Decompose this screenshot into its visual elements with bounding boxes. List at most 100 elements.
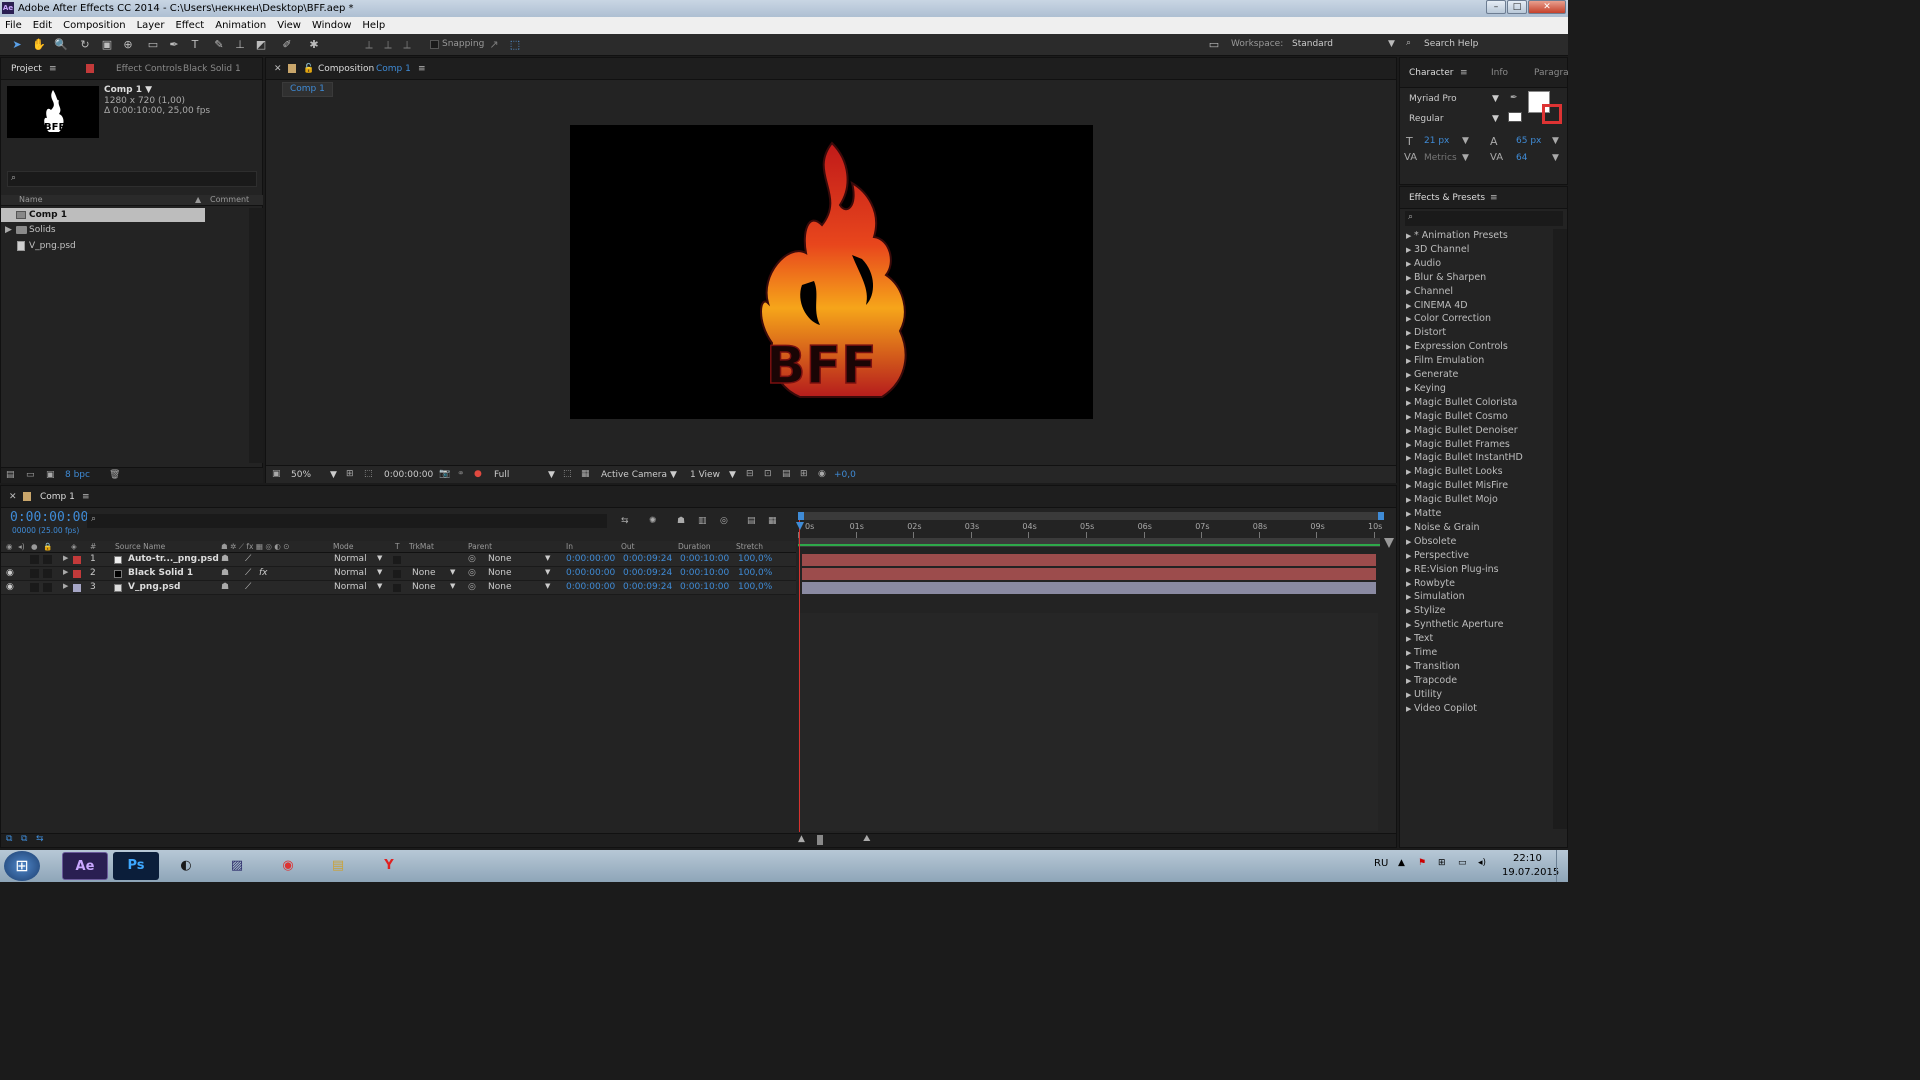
effect-category[interactable]: ▶ * Animation Presets bbox=[1400, 229, 1508, 243]
pen-tool-icon[interactable]: ✒ bbox=[167, 38, 181, 52]
action-center-icon[interactable]: ⚑ bbox=[1418, 858, 1426, 868]
tracking-dropdown-icon[interactable]: ▼ bbox=[1552, 153, 1559, 163]
interpret-footage-icon[interactable]: ▤ bbox=[6, 470, 15, 480]
layer-in-time[interactable]: 0:00:00:00 bbox=[566, 554, 615, 564]
shy-switch-icon[interactable]: ☗ bbox=[221, 582, 229, 592]
col-parent[interactable]: Parent bbox=[468, 542, 492, 551]
effect-category[interactable]: ▶ Blur & Sharpen bbox=[1400, 271, 1486, 285]
leading-dropdown-icon[interactable]: ▼ bbox=[1552, 136, 1559, 146]
menu-window[interactable]: Window bbox=[312, 17, 351, 34]
close-tab-icon[interactable]: ✕ bbox=[9, 486, 17, 508]
effect-category[interactable]: ▶ Transition bbox=[1400, 660, 1460, 674]
project-item-solids[interactable]: ▶ Solids bbox=[1, 223, 205, 237]
workspace-dropdown-icon[interactable]: ▼ bbox=[1388, 39, 1395, 49]
layer-name[interactable]: V_png.psd bbox=[128, 582, 180, 592]
frame-blending-icon[interactable]: ▥ bbox=[698, 516, 707, 526]
safe-zones-icon[interactable]: ⊞ bbox=[346, 469, 354, 479]
label-color-swatch[interactable] bbox=[73, 584, 81, 592]
axis-local-icon[interactable]: ⟂ bbox=[362, 38, 376, 52]
size-dropdown-icon[interactable]: ▼ bbox=[1462, 136, 1469, 146]
brush-tool-icon[interactable]: ✎ bbox=[212, 38, 226, 52]
project-item-vpng[interactable]: V_png.psd bbox=[1, 239, 205, 253]
expand-arrow-icon[interactable]: ▶ bbox=[5, 223, 12, 237]
preserve-transparency-box[interactable] bbox=[393, 570, 401, 578]
always-preview-icon[interactable]: ▣ bbox=[272, 469, 281, 479]
expand-arrow-icon[interactable]: ▶ bbox=[1406, 674, 1414, 688]
snap-edges-icon[interactable]: ↗ bbox=[487, 38, 501, 52]
black-white-swatch-icon[interactable] bbox=[1508, 112, 1522, 122]
timeline-empty-area[interactable] bbox=[798, 613, 1378, 831]
trkmat-dropdown-icon[interactable]: ▼ bbox=[450, 568, 455, 576]
expand-arrow-icon[interactable]: ▶ bbox=[63, 582, 68, 590]
preserve-transparency-box[interactable] bbox=[393, 584, 401, 592]
zoom-slider-handle[interactable] bbox=[817, 835, 823, 845]
pick-whip-icon[interactable]: ◎ bbox=[468, 568, 476, 578]
flowchart-icon[interactable]: ⊞ bbox=[800, 469, 808, 479]
trkmat-select[interactable]: None bbox=[412, 568, 435, 578]
col-in[interactable]: In bbox=[566, 542, 573, 551]
stroke-color-swatch[interactable] bbox=[1542, 104, 1562, 124]
toggle-pixel-aspect-icon[interactable]: ⊟ bbox=[746, 469, 754, 479]
close-tab-icon[interactable]: ✕ bbox=[274, 58, 282, 80]
work-area-bar[interactable] bbox=[798, 538, 1380, 547]
layer-row[interactable]: ◉ ▶ 3 V_png.psd ☗ ⟋ Normal ▼ None ▼ ◎ None ▼ 0:00:00:… bbox=[1, 581, 796, 595]
mode-dropdown-icon[interactable]: ▼ bbox=[377, 568, 382, 576]
expand-arrow-icon[interactable]: ▶ bbox=[1406, 521, 1414, 535]
expand-arrow-icon[interactable]: ▶ bbox=[1406, 424, 1414, 438]
effect-category[interactable]: ▶ CINEMA 4D bbox=[1400, 299, 1468, 313]
col-layer-number[interactable]: # bbox=[90, 542, 96, 551]
trash-icon[interactable]: 🗑 bbox=[109, 470, 120, 480]
magnification-dropdown-icon[interactable]: ▼ bbox=[330, 470, 337, 480]
layer-duration-bar[interactable] bbox=[802, 582, 1376, 594]
effect-switch-icon[interactable]: fx bbox=[259, 568, 268, 578]
new-composition-icon[interactable]: ▣ bbox=[46, 470, 55, 480]
zoom-in-icon[interactable]: ⛰ bbox=[863, 834, 871, 844]
expand-arrow-icon[interactable]: ▶ bbox=[1406, 451, 1414, 465]
expand-arrow-icon[interactable]: ▶ bbox=[1406, 410, 1414, 424]
timeline-current-time[interactable]: 0:00:00:00 bbox=[10, 510, 88, 525]
col-duration[interactable]: Duration bbox=[678, 542, 711, 551]
col-source-name[interactable]: Source Name bbox=[115, 542, 165, 551]
expand-arrow-icon[interactable]: ▶ bbox=[1406, 493, 1414, 507]
effect-category[interactable]: ▶ Audio bbox=[1400, 257, 1441, 271]
layer-row[interactable]: ▶ 1 Auto-tr..._png.psd ☗ ⟋ Normal ▼ ◎ None ▼ 0:00:… bbox=[1, 553, 796, 567]
effect-category[interactable]: ▶ Video Copilot bbox=[1400, 702, 1477, 716]
label-color-swatch[interactable] bbox=[73, 570, 81, 578]
roto-brush-tool-icon[interactable]: ✐ bbox=[280, 38, 294, 52]
comp-viewer-canvas[interactable]: BFF bbox=[570, 125, 1093, 419]
effect-category[interactable]: ▶ Magic Bullet Mojo bbox=[1400, 493, 1498, 507]
layer-duration-bar[interactable] bbox=[802, 554, 1376, 566]
font-size-field[interactable]: 21 px bbox=[1424, 136, 1449, 146]
col-name[interactable]: Name bbox=[19, 195, 43, 204]
solo-box[interactable] bbox=[30, 583, 39, 592]
exposure-field[interactable]: +0,0 bbox=[834, 470, 856, 480]
camera-view-select[interactable]: Active Camera bbox=[601, 470, 667, 480]
col-comment[interactable]: Comment bbox=[210, 195, 249, 204]
live-update-icon[interactable]: ▦ bbox=[768, 516, 777, 526]
tray-expand-icon[interactable]: ▲ bbox=[1398, 858, 1405, 868]
magnification-select[interactable]: 50% bbox=[291, 470, 311, 480]
volume-icon[interactable]: ◂) bbox=[1478, 858, 1486, 868]
tab-project[interactable]: Project bbox=[11, 58, 42, 80]
menu-effect[interactable]: Effect bbox=[175, 17, 204, 34]
parent-dropdown-icon[interactable]: ▼ bbox=[545, 554, 550, 562]
quality-switch-icon[interactable]: ⟋ bbox=[245, 582, 251, 592]
shy-switch-icon[interactable]: ☗ bbox=[221, 568, 229, 578]
pan-behind-tool-icon[interactable]: ⊕ bbox=[121, 38, 135, 52]
resolution-dropdown-icon[interactable]: ▼ bbox=[548, 470, 555, 480]
fast-previews-icon[interactable]: ⊡ bbox=[764, 469, 772, 479]
type-tool-icon[interactable]: T bbox=[188, 38, 202, 52]
puppet-pin-tool-icon[interactable]: ✱ bbox=[307, 38, 321, 52]
expand-arrow-icon[interactable]: ▶ bbox=[1406, 507, 1414, 521]
layer-duration[interactable]: 0:00:10:00 bbox=[680, 568, 729, 578]
font-family-select[interactable]: Myriad Pro bbox=[1409, 94, 1457, 104]
effect-category[interactable]: ▶ Generate bbox=[1400, 368, 1458, 382]
font-style-select[interactable]: Regular bbox=[1409, 114, 1444, 124]
show-snapshot-icon[interactable]: ⚭ bbox=[457, 469, 465, 479]
comp-mini-flowchart-icon[interactable]: ⇆ bbox=[621, 516, 629, 526]
reset-exposure-icon[interactable]: ◉ bbox=[818, 469, 826, 479]
expand-arrow-icon[interactable]: ▶ bbox=[1406, 590, 1414, 604]
label-color-swatch[interactable] bbox=[73, 556, 81, 564]
start-button[interactable]: ⊞ bbox=[4, 851, 40, 881]
style-dropdown-icon[interactable]: ▼ bbox=[1492, 114, 1499, 124]
